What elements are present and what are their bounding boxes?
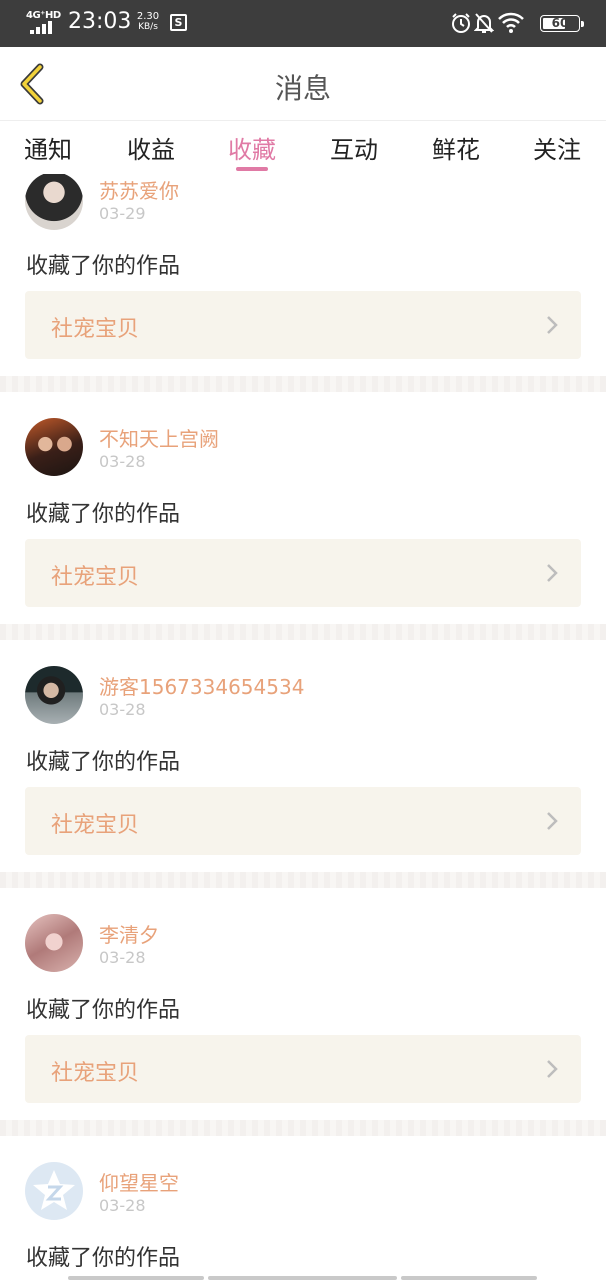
chevron-right-icon [547,812,558,830]
work-title: 社宠宝贝 [51,1061,140,1086]
bottom-scroll-indicator [0,1274,606,1280]
username[interactable]: 李清夕 [99,919,159,948]
message-date: 03-28 [99,700,146,719]
tab-interactions[interactable]: 互动 [314,130,394,165]
clock: 23:03 [68,9,132,34]
action-text: 收藏了你的作品 [26,502,181,527]
list-separator [0,872,606,888]
list-separator [0,624,606,640]
chevron-right-icon [547,316,558,334]
username[interactable]: 苏苏爱你 [99,175,179,204]
list-separator [0,376,606,392]
action-text: 收藏了你的作品 [26,254,181,279]
default-avatar-icon[interactable] [25,1162,83,1220]
work-title: 社宠宝贝 [51,317,140,342]
list-item: 不知天上宫阙 03-28 收藏了你的作品 社宠宝贝 [0,392,606,624]
user-avatar[interactable] [25,666,83,724]
signal-icon: 4G⁺HD [26,10,62,36]
username[interactable]: 不知天上宫阙 [99,423,219,452]
network-type: 4G⁺HD [26,10,61,21]
battery-icon: 60 [540,15,584,32]
list-item: 游客1567334654534 03-28 收藏了你的作品 社宠宝贝 [0,640,606,872]
favorites-message-list[interactable]: 苏苏爱你 03-29 收藏了你的作品 社宠宝贝 不知天上宫阙 03-28 收藏了… [0,174,606,1280]
alarm-icon [452,13,470,33]
tab-flowers[interactable]: 鲜花 [416,130,496,165]
username[interactable]: 仰望星空 [99,1167,179,1196]
user-avatar[interactable] [25,418,83,476]
tab-earnings[interactable]: 收益 [111,130,191,165]
speed-unit: KB/s [138,22,158,32]
speed-value: 2.30 [136,11,160,22]
user-avatar[interactable] [25,914,83,972]
tab-bar: 通知 收益 收藏 互动 鲜花 关注 [0,122,606,174]
page-title: 消息 [274,72,331,105]
message-date: 03-28 [99,452,146,471]
list-item: 仰望星空 03-28 收藏了你的作品 [0,1136,606,1280]
chevron-right-icon [547,564,558,582]
user-avatar[interactable] [25,174,83,230]
work-title: 社宠宝贝 [51,565,140,590]
work-link[interactable]: 社宠宝贝 [25,1035,581,1103]
tab-favorites[interactable]: 收藏 [212,130,292,165]
app-notification-icon: S [170,14,187,31]
active-tab-indicator [236,167,268,171]
chevron-right-icon [547,1060,558,1078]
mute-notification-icon [474,13,494,33]
tab-following[interactable]: 关注 [517,130,597,165]
username[interactable]: 游客1567334654534 [99,671,304,700]
list-item: 李清夕 03-28 收藏了你的作品 社宠宝贝 [0,888,606,1120]
work-link[interactable]: 社宠宝贝 [25,291,581,359]
action-text: 收藏了你的作品 [26,750,181,775]
work-link[interactable]: 社宠宝贝 [25,787,581,855]
app-header: 消息 [0,47,606,121]
list-separator [0,1120,606,1136]
tab-notifications[interactable]: 通知 [8,130,88,165]
message-date: 03-28 [99,948,146,967]
action-text: 收藏了你的作品 [26,1246,181,1271]
list-item: 苏苏爱你 03-29 收藏了你的作品 社宠宝贝 [0,174,606,376]
action-text: 收藏了你的作品 [26,998,181,1023]
network-speed: 2.30 KB/s [134,11,162,33]
status-bar: 4G⁺HD 23:03 2.30 KB/s S 60 [0,0,606,47]
work-title: 社宠宝贝 [51,813,140,838]
wifi-icon [498,12,524,33]
message-date: 03-29 [99,204,146,223]
work-link[interactable]: 社宠宝贝 [25,539,581,607]
message-date: 03-28 [99,1196,146,1215]
battery-level: 60 [551,16,569,30]
